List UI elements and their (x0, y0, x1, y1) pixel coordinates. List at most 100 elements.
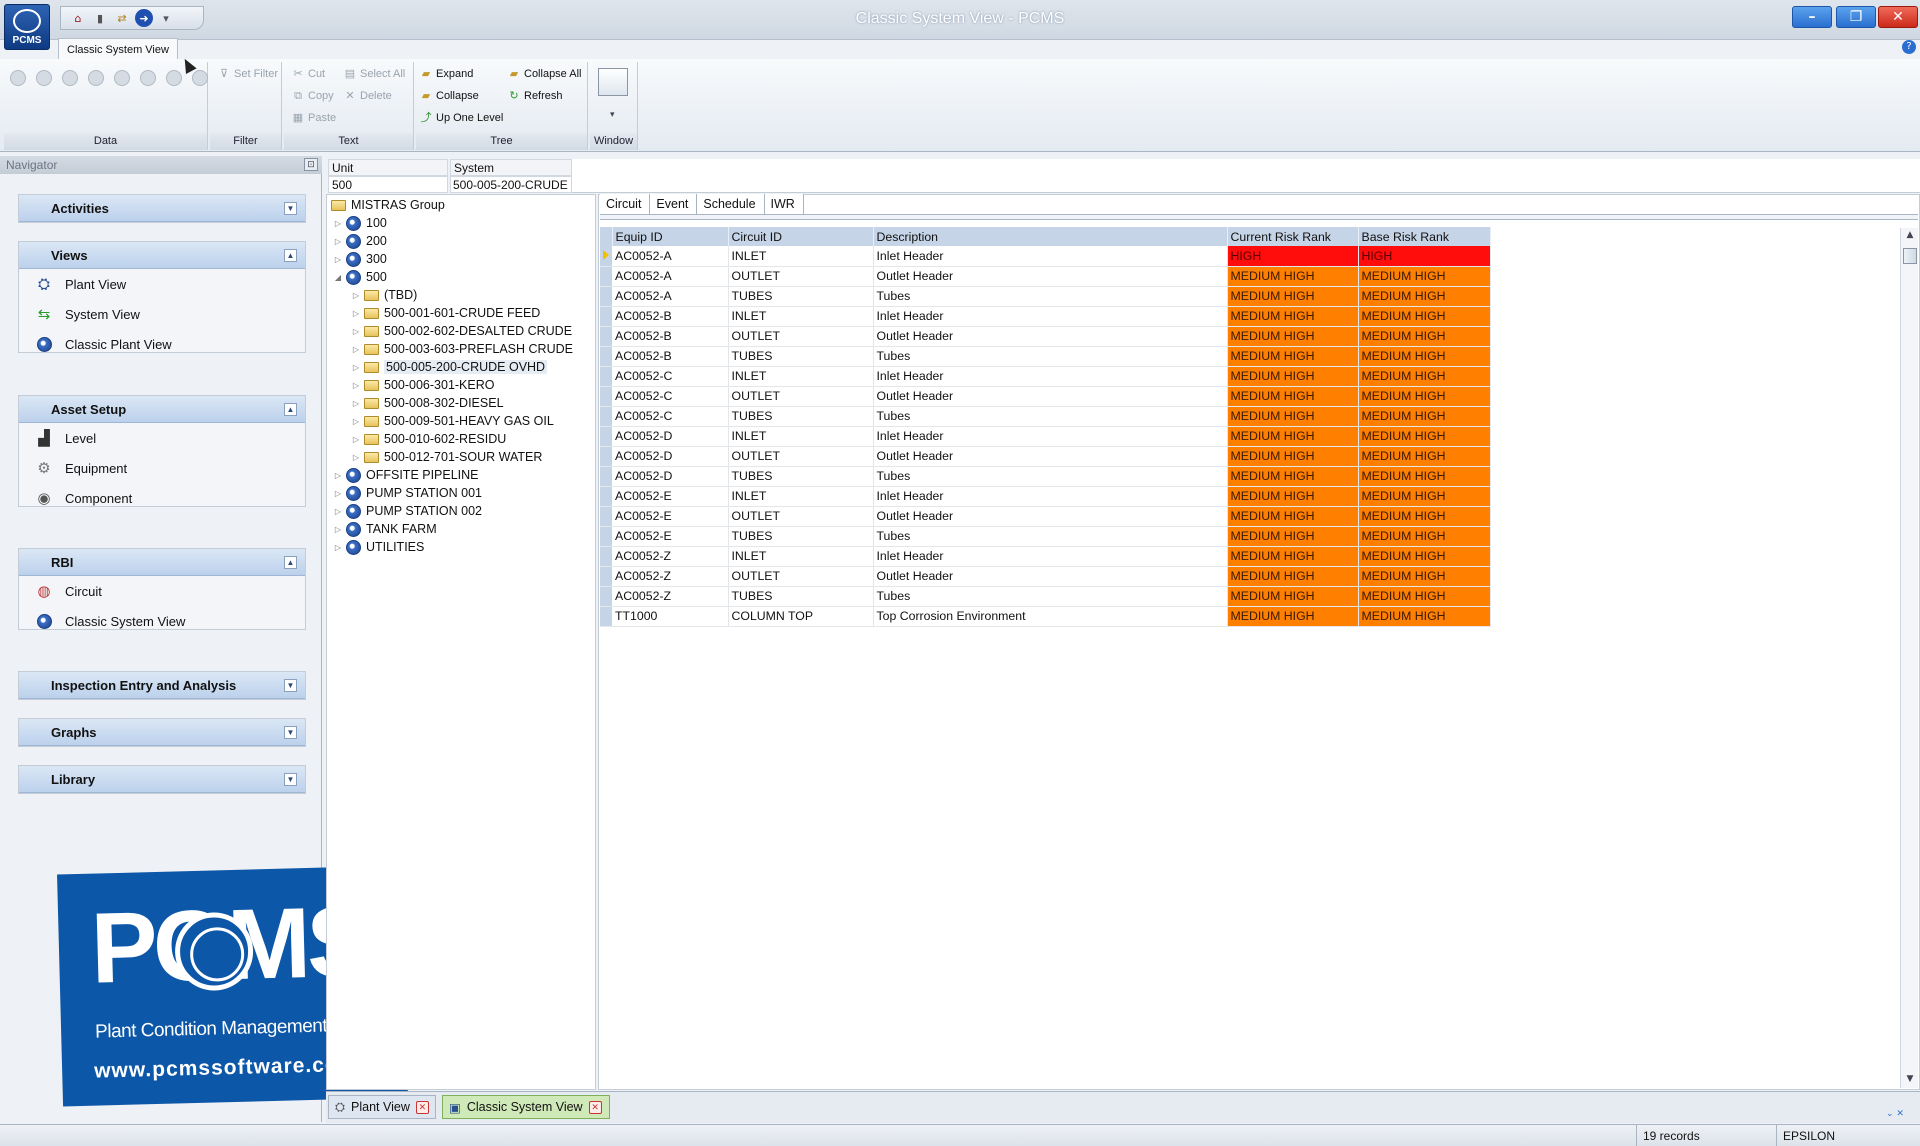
tree-node-system[interactable]: ▷ 500-008-302-DIESEL (351, 394, 504, 412)
column-header-current-risk-rank[interactable]: Current Risk Rank (1227, 227, 1359, 246)
tree-node-system[interactable]: ▷ 500-010-602-RESIDU (351, 430, 506, 448)
tree-node-system[interactable]: ▷ 500-001-601-CRUDE FEED (351, 304, 540, 322)
expand-arrow-icon[interactable]: ▷ (333, 543, 343, 552)
pin-icon[interactable]: ⊡ (304, 158, 318, 171)
expand-arrow-icon[interactable]: ▷ (351, 345, 361, 354)
column-header-equip-id[interactable]: Equip ID (612, 227, 729, 246)
cell-base-risk-rank[interactable]: MEDIUM HIGH (1358, 406, 1491, 427)
tab-event[interactable]: Event (650, 194, 698, 214)
table-row[interactable]: AC0052-B OUTLET Outlet Header MEDIUM HIGH ME… (600, 326, 1491, 347)
cell-base-risk-rank[interactable]: MEDIUM HIGH (1358, 506, 1491, 527)
cell-equip-id[interactable]: AC0052-D (612, 446, 729, 467)
cell-circuit-id[interactable]: INLET (728, 486, 874, 507)
home-icon[interactable]: ⌂ (69, 9, 87, 27)
minimize-button[interactable]: – (1792, 6, 1832, 28)
chevron-down-icon[interactable]: ▼ (284, 679, 297, 692)
collapse-all-button[interactable]: ▰ Collapse All (508, 68, 582, 80)
customize-dropdown-icon[interactable]: ▾ (157, 9, 175, 27)
table-row[interactable]: AC0052-C OUTLET Outlet Header MEDIUM HIGH ME… (600, 386, 1491, 407)
tree-node-system-selected[interactable]: ▷ 500-005-200-CRUDE OVHD (351, 358, 548, 376)
prev-record-icon[interactable] (62, 70, 78, 86)
cell-current-risk-rank[interactable]: MEDIUM HIGH (1227, 586, 1359, 607)
cell-current-risk-rank[interactable]: MEDIUM HIGH (1227, 546, 1359, 567)
cell-current-risk-rank[interactable]: MEDIUM HIGH (1227, 606, 1359, 627)
cell-equip-id[interactable]: AC0052-A (612, 246, 729, 267)
tree-node-system[interactable]: ▷ (TBD) (351, 286, 417, 304)
cell-base-risk-rank[interactable]: MEDIUM HIGH (1358, 346, 1491, 367)
prev-page-icon[interactable] (36, 70, 52, 86)
nav-item-classic-system-view[interactable]: Classic System View (19, 606, 305, 636)
cell-description[interactable]: Outlet Header (873, 326, 1228, 347)
cell-current-risk-rank[interactable]: MEDIUM HIGH (1227, 386, 1359, 407)
cell-equip-id[interactable]: AC0052-A (612, 266, 729, 287)
chevron-up-icon[interactable]: ▲ (284, 556, 297, 569)
cell-equip-id[interactable]: AC0052-B (612, 346, 729, 367)
select-all-button[interactable]: ▤ Select All (344, 68, 405, 80)
cell-current-risk-rank[interactable]: MEDIUM HIGH (1227, 406, 1359, 427)
expand-arrow-icon[interactable]: ▷ (333, 471, 343, 480)
cell-circuit-id[interactable]: INLET (728, 546, 874, 567)
close-tab-icon[interactable]: ✕ (588, 1100, 602, 1114)
nav-item-system-view[interactable]: ⇆ System View (19, 299, 305, 329)
cell-circuit-id[interactable]: TUBES (728, 286, 874, 307)
cell-circuit-id[interactable]: INLET (728, 426, 874, 447)
table-row[interactable]: AC0052-A OUTLET Outlet Header MEDIUM HIGH ME… (600, 266, 1491, 287)
vertical-scrollbar[interactable]: ▲ ▼ (1900, 228, 1918, 1088)
help-icon[interactable]: ? (1902, 40, 1916, 54)
cell-current-risk-rank[interactable]: MEDIUM HIGH (1227, 266, 1359, 287)
cell-current-risk-rank[interactable]: MEDIUM HIGH (1227, 526, 1359, 547)
row-indicator[interactable] (600, 506, 612, 527)
unit-field[interactable]: 500 (328, 176, 448, 193)
close-button[interactable]: ✕ (1878, 6, 1918, 28)
table-row[interactable]: TT1000 COLUMN TOP Top Corrosion Environmen… (600, 606, 1491, 627)
expand-arrow-icon[interactable]: ▷ (333, 525, 343, 534)
cell-equip-id[interactable]: AC0052-Z (612, 546, 729, 567)
cell-description[interactable]: Tubes (873, 406, 1228, 427)
delete-button[interactable]: ✕ Delete (344, 90, 391, 102)
transfer-icon[interactable]: ⇄ (113, 9, 131, 27)
cell-base-risk-rank[interactable]: MEDIUM HIGH (1358, 606, 1491, 627)
cell-description[interactable]: Outlet Header (873, 266, 1228, 287)
tree-node-system[interactable]: ▷ 500-012-701-SOUR WATER (351, 448, 542, 466)
cell-current-risk-rank[interactable]: MEDIUM HIGH (1227, 346, 1359, 367)
cell-circuit-id[interactable]: OUTLET (728, 386, 874, 407)
cell-current-risk-rank[interactable]: HIGH (1227, 246, 1359, 267)
tree-node-unit[interactable]: ▷ 300 (333, 250, 387, 268)
cell-equip-id[interactable]: AC0052-D (612, 426, 729, 447)
expand-arrow-icon[interactable]: ▷ (351, 327, 361, 336)
tab-circuit[interactable]: Circuit (600, 194, 651, 214)
scroll-thumb[interactable] (1903, 248, 1917, 264)
cell-circuit-id[interactable]: OUTLET (728, 506, 874, 527)
cell-description[interactable]: Tubes (873, 526, 1228, 547)
expand-arrow-icon[interactable]: ▷ (333, 237, 343, 246)
cell-equip-id[interactable]: AC0052-B (612, 326, 729, 347)
cell-description[interactable]: Inlet Header (873, 546, 1228, 567)
table-row[interactable]: AC0052-E INLET Inlet Header MEDIUM HIGH MEDI… (600, 486, 1491, 507)
expand-arrow-icon[interactable]: ▷ (351, 435, 361, 444)
cell-base-risk-rank[interactable]: MEDIUM HIGH (1358, 546, 1491, 567)
cell-description[interactable]: Outlet Header (873, 506, 1228, 527)
row-indicator[interactable] (600, 266, 612, 287)
tree-node-unit[interactable]: ▷ 100 (333, 214, 387, 232)
column-header-base-risk-rank[interactable]: Base Risk Rank (1358, 227, 1491, 246)
table-row[interactable]: AC0052-E TUBES Tubes MEDIUM HIGH MEDIUM HIGH (600, 526, 1491, 547)
document-list-icon[interactable]: ⌄ ✕ (1886, 1109, 1920, 1121)
expand-arrow-icon[interactable]: ▷ (351, 363, 361, 372)
ribbon-tab-classic-system-view[interactable]: Classic System View (58, 38, 178, 60)
cell-description[interactable]: Inlet Header (873, 426, 1228, 447)
cell-current-risk-rank[interactable]: MEDIUM HIGH (1227, 566, 1359, 587)
doc-tab-classic-system-view[interactable]: ▣ Classic System View ✕ (442, 1095, 610, 1119)
column-header-circuit-id[interactable]: Circuit ID (728, 227, 874, 246)
cell-circuit-id[interactable]: OUTLET (728, 326, 874, 347)
cell-current-risk-rank[interactable]: MEDIUM HIGH (1227, 366, 1359, 387)
cell-current-risk-rank[interactable]: MEDIUM HIGH (1227, 426, 1359, 447)
row-indicator[interactable] (600, 346, 612, 367)
first-record-icon[interactable] (10, 70, 26, 86)
cell-current-risk-rank[interactable]: MEDIUM HIGH (1227, 326, 1359, 347)
row-indicator[interactable] (600, 546, 612, 567)
nav-item-equipment[interactable]: ⚙ Equipment (19, 453, 305, 483)
cell-description[interactable]: Inlet Header (873, 306, 1228, 327)
expand-arrow-icon[interactable]: ▷ (333, 255, 343, 264)
cell-description[interactable]: Tubes (873, 346, 1228, 367)
row-indicator[interactable] (600, 366, 612, 387)
